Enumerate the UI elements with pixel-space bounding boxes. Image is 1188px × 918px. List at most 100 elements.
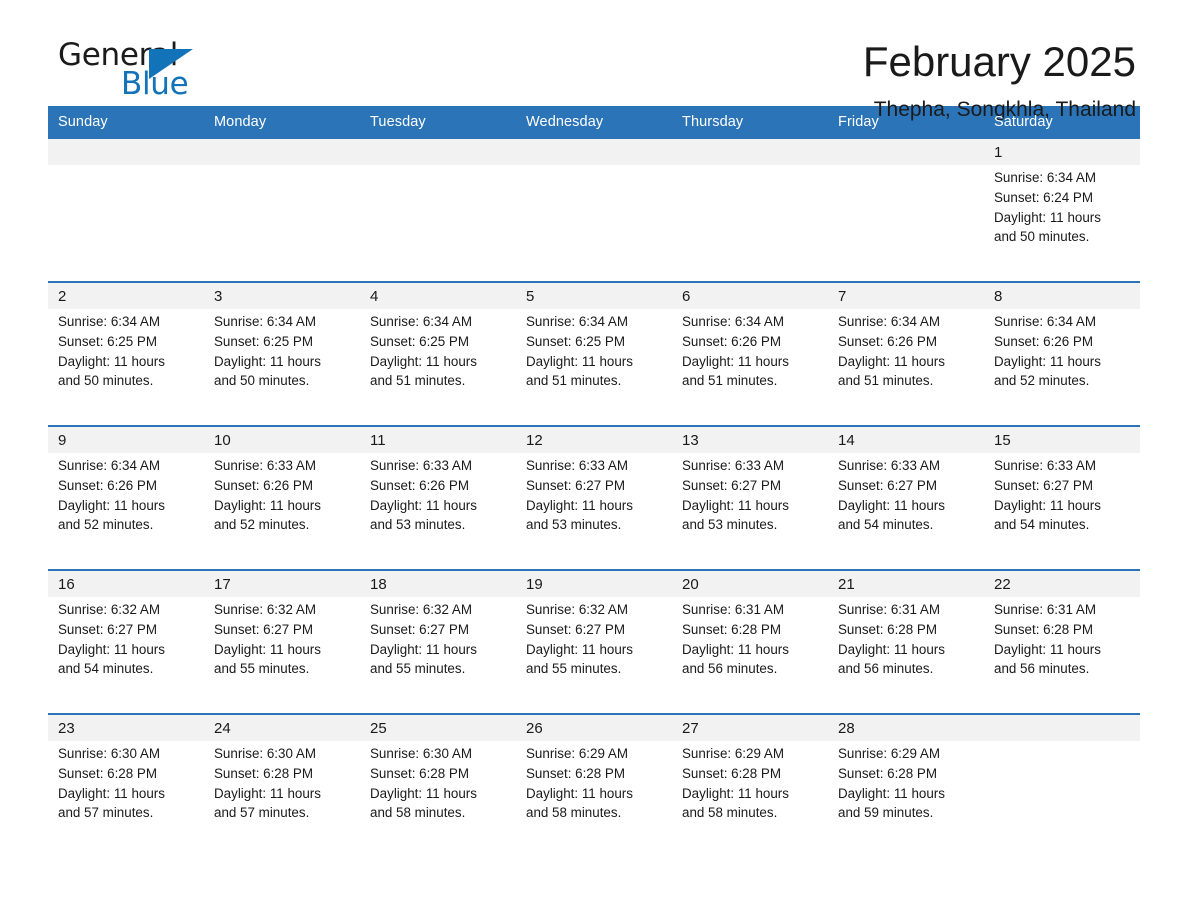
day-number: 21 (838, 576, 855, 593)
day-daylight-2-text: and 52 minutes. (214, 517, 310, 533)
day-detail-cell: Sunrise: 6:32 AM Sunset: 6:27 PM Daylight:… (516, 597, 672, 705)
day-number-cell[interactable]: 18 (360, 569, 516, 597)
day-number-cell[interactable]: 7 (828, 281, 984, 309)
week-spacer (48, 273, 1140, 282)
day-detail-cell: Sunrise: 6:32 AM Sunset: 6:27 PM Daylight:… (204, 597, 360, 705)
day-number-cell[interactable]: 11 (360, 425, 516, 453)
day-daylight-2-text: and 53 minutes. (370, 517, 466, 533)
empty-day-cell (828, 139, 984, 165)
day-detail-cell: Sunrise: 6:29 AM Sunset: 6:28 PM Daylight:… (672, 741, 828, 849)
day-detail-cell: Sunrise: 6:33 AM Sunset: 6:27 PM Daylight:… (828, 453, 984, 561)
day-daylight-2-text: and 51 minutes. (526, 373, 622, 389)
day-sunset-text: Sunset: 6:28 PM (838, 621, 937, 637)
day-number-cell[interactable]: 27 (672, 713, 828, 741)
day-daylight-2-text: and 53 minutes. (526, 517, 622, 533)
day-number-cell[interactable]: 19 (516, 569, 672, 597)
day-daylight-1-text: Daylight: 11 hours (526, 785, 633, 801)
day-detail-cell: Sunrise: 6:32 AM Sunset: 6:27 PM Daylight:… (48, 597, 204, 705)
week-detail-row: Sunrise: 6:34 AM Sunset: 6:26 PM Daylight:… (48, 453, 1140, 561)
day-sunset-text: Sunset: 6:27 PM (526, 621, 625, 637)
day-daylight-2-text: and 54 minutes. (58, 661, 154, 677)
empty-detail-cell (672, 165, 828, 273)
day-number-cell[interactable]: 1 (984, 139, 1140, 165)
day-daylight-1-text: Daylight: 11 hours (370, 785, 477, 801)
day-number: 3 (214, 288, 223, 305)
day-detail-cell: Sunrise: 6:34 AM Sunset: 6:25 PM Daylight:… (204, 309, 360, 417)
day-number-cell[interactable]: 15 (984, 425, 1140, 453)
day-sunset-text: Sunset: 6:28 PM (526, 765, 625, 781)
day-number: 7 (838, 288, 847, 305)
day-number-cell[interactable]: 9 (48, 425, 204, 453)
day-number-cell[interactable]: 12 (516, 425, 672, 453)
day-daylight-2-text: and 51 minutes. (682, 373, 778, 389)
day-daylight-1-text: Daylight: 11 hours (838, 785, 945, 801)
day-number-cell[interactable]: 5 (516, 281, 672, 309)
day-number-cell[interactable]: 17 (204, 569, 360, 597)
day-sunset-text: Sunset: 6:27 PM (526, 477, 625, 493)
day-number-cell[interactable]: 10 (204, 425, 360, 453)
day-number-cell[interactable]: 14 (828, 425, 984, 453)
day-sunset-text: Sunset: 6:26 PM (838, 333, 937, 349)
day-sunrise-text: Sunrise: 6:31 AM (994, 602, 1096, 617)
day-number-cell[interactable]: 16 (48, 569, 204, 597)
generalblue-logo[interactable]: General Blue (48, 40, 208, 104)
day-detail-cell: Sunrise: 6:29 AM Sunset: 6:28 PM Daylight:… (828, 741, 984, 849)
day-sunset-text: Sunset: 6:28 PM (682, 621, 781, 637)
day-daylight-2-text: and 55 minutes. (526, 661, 622, 677)
day-number-cell[interactable]: 13 (672, 425, 828, 453)
day-daylight-2-text: and 52 minutes. (58, 517, 154, 533)
day-number: 15 (994, 432, 1011, 449)
day-number-cell[interactable]: 2 (48, 281, 204, 309)
day-sunrise-text: Sunrise: 6:31 AM (682, 602, 784, 617)
week-spacer-row (48, 705, 1140, 714)
day-number-cell[interactable]: 25 (360, 713, 516, 741)
day-sunrise-text: Sunrise: 6:34 AM (994, 314, 1096, 329)
day-daylight-1-text: Daylight: 11 hours (58, 785, 165, 801)
day-number-cell[interactable]: 24 (204, 713, 360, 741)
day-detail-cell: Sunrise: 6:31 AM Sunset: 6:28 PM Daylight:… (828, 597, 984, 705)
day-number-cell[interactable]: 23 (48, 713, 204, 741)
day-daylight-2-text: and 58 minutes. (682, 805, 778, 821)
week-spacer (48, 561, 1140, 570)
day-detail-cell: Sunrise: 6:30 AM Sunset: 6:28 PM Daylight:… (204, 741, 360, 849)
day-daylight-2-text: and 58 minutes. (526, 805, 622, 821)
day-number-cell[interactable]: 6 (672, 281, 828, 309)
day-number-cell[interactable]: 22 (984, 569, 1140, 597)
calendar-body: 1 Sunrise: 6:34 AM Sunset: 6:24 PM Daylight… (48, 139, 1140, 857)
day-daylight-1-text: Daylight: 11 hours (526, 353, 633, 369)
day-daylight-1-text: Daylight: 11 hours (214, 785, 321, 801)
day-detail-cell: Sunrise: 6:32 AM Sunset: 6:27 PM Daylight:… (360, 597, 516, 705)
day-number-cell[interactable]: 21 (828, 569, 984, 597)
day-number: 9 (58, 432, 67, 449)
day-sunset-text: Sunset: 6:27 PM (58, 621, 157, 637)
week-spacer (48, 417, 1140, 426)
day-daylight-1-text: Daylight: 11 hours (838, 353, 945, 369)
day-daylight-2-text: and 56 minutes. (682, 661, 778, 677)
day-detail-cell: Sunrise: 6:30 AM Sunset: 6:28 PM Daylight:… (360, 741, 516, 849)
day-sunset-text: Sunset: 6:27 PM (214, 621, 313, 637)
empty-detail-cell (516, 165, 672, 273)
day-number-cell[interactable]: 28 (828, 713, 984, 741)
day-number: 23 (58, 720, 75, 737)
day-detail-cell: Sunrise: 6:34 AM Sunset: 6:26 PM Daylight:… (48, 453, 204, 561)
day-number-cell[interactable]: 20 (672, 569, 828, 597)
day-sunrise-text: Sunrise: 6:30 AM (370, 746, 472, 761)
day-number-cell[interactable]: 4 (360, 281, 516, 309)
day-number-cell[interactable]: 3 (204, 281, 360, 309)
week-daynumber-row: 9 10 11 12 13 14 15 (48, 425, 1140, 453)
empty-day-cell (516, 139, 672, 165)
day-daylight-2-text: and 51 minutes. (838, 373, 934, 389)
day-sunset-text: Sunset: 6:28 PM (58, 765, 157, 781)
day-detail-cell: Sunrise: 6:34 AM Sunset: 6:26 PM Daylight:… (672, 309, 828, 417)
day-number-cell[interactable]: 8 (984, 281, 1140, 309)
day-number: 16 (58, 576, 75, 593)
day-number-cell[interactable]: 26 (516, 713, 672, 741)
day-number: 28 (838, 720, 855, 737)
day-sunrise-text: Sunrise: 6:34 AM (58, 314, 160, 329)
day-daylight-2-text: and 56 minutes. (838, 661, 934, 677)
day-sunrise-text: Sunrise: 6:33 AM (682, 458, 784, 473)
day-number: 5 (526, 288, 535, 305)
day-detail-cell: Sunrise: 6:31 AM Sunset: 6:28 PM Daylight:… (672, 597, 828, 705)
day-detail-cell: Sunrise: 6:33 AM Sunset: 6:26 PM Daylight:… (204, 453, 360, 561)
day-daylight-2-text: and 54 minutes. (838, 517, 934, 533)
